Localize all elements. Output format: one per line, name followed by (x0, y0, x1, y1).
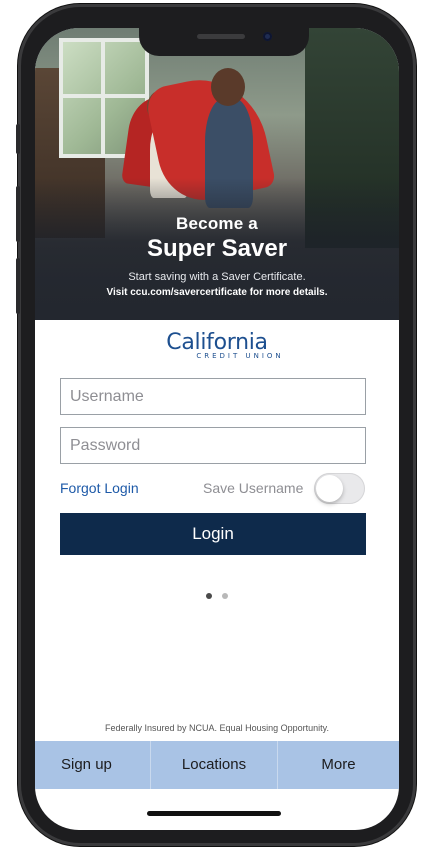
carousel-page-indicator[interactable] (35, 586, 399, 604)
speaker-grille (197, 34, 245, 39)
bottom-nav-bar: Sign up Locations More (35, 741, 399, 789)
promo-banner[interactable]: Become a Super Saver Start saving with a… (35, 28, 399, 320)
app-screen: Become a Super Saver Start saving with a… (35, 28, 399, 830)
mute-switch (16, 124, 20, 154)
locations-tab[interactable]: Locations (150, 741, 278, 789)
home-indicator[interactable] (147, 811, 281, 816)
front-camera (263, 32, 272, 41)
page-dot-2[interactable] (222, 593, 229, 599)
password-input[interactable] (60, 427, 366, 464)
forgot-login-link[interactable]: Forgot Login (60, 480, 139, 496)
volume-down-button (16, 258, 20, 314)
save-username-toggle[interactable] (314, 473, 365, 504)
toggle-knob (316, 475, 343, 502)
page-dot-1[interactable] (205, 593, 212, 599)
login-button[interactable]: Login (60, 513, 366, 555)
california-credit-union-logo: California CREDIT UNION (35, 330, 399, 360)
banner-headline-large: Super Saver (146, 235, 288, 262)
banner-photo-woman-head (211, 68, 245, 106)
banner-text: Become a Super Saver Start saving with a… (35, 214, 399, 298)
banner-details-link-text: Visit ccu.com/savercertificate for more … (106, 287, 328, 298)
username-input[interactable] (60, 378, 366, 415)
volume-up-button (16, 186, 20, 242)
save-username-label: Save Username (203, 480, 304, 496)
more-tab[interactable]: More (278, 741, 399, 789)
ncua-disclaimer: Federally Insured by NCUA. Equal Housing… (105, 723, 329, 733)
banner-subtitle: Start saving with a Saver Certificate. (128, 271, 306, 283)
notch (139, 28, 309, 56)
banner-headline-small: Become a (176, 214, 258, 233)
sign-up-tab[interactable]: Sign up (35, 741, 150, 789)
logo-subtitle: CREDIT UNION (196, 352, 284, 360)
